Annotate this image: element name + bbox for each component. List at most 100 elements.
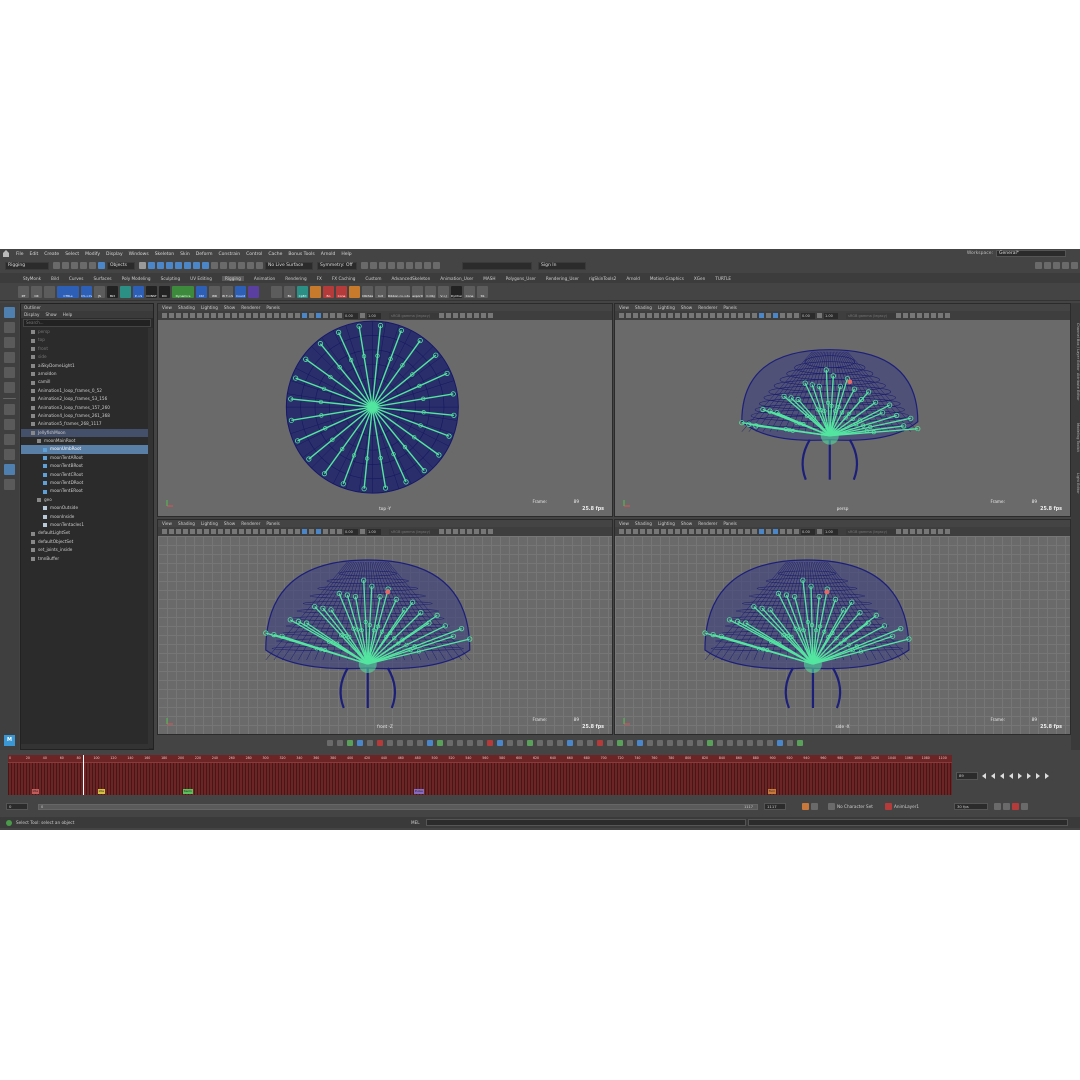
viewport-toolbar-icon[interactable] [197, 313, 202, 318]
outliner-item[interactable]: persp [21, 328, 153, 336]
outliner-item[interactable]: moonTentERoot [21, 487, 153, 495]
viewport-toolbar-icon[interactable] [696, 529, 701, 534]
shelf-button[interactable]: Ribbon cv->dup [388, 285, 410, 298]
exposure-field[interactable]: 0.00 [344, 528, 358, 535]
snap-view-icon[interactable] [238, 262, 245, 269]
viewport-menu-view[interactable]: View [619, 305, 629, 310]
viewport-canvas[interactable] [158, 320, 612, 516]
viewport-toolbar-icon[interactable] [738, 313, 743, 318]
viewport-toolbar-icon[interactable] [467, 529, 472, 534]
two-pane-layout-icon[interactable] [4, 434, 15, 445]
end-time-field[interactable]: 1117 [764, 803, 786, 810]
viewport-toolbar-icon[interactable] [945, 313, 950, 318]
fps-dropdown[interactable]: 30 fps [954, 803, 988, 810]
gamma-field[interactable]: 1.00 [824, 312, 838, 319]
shelf-button[interactable]: C.Obj [425, 285, 436, 298]
viewport-tool-icon[interactable] [447, 740, 453, 746]
viewport-tool-icon[interactable] [607, 740, 613, 746]
menu-skin[interactable]: Skin [180, 252, 190, 257]
viewport-toolbar-icon[interactable] [654, 313, 659, 318]
shelf-tab-advancedskeleton[interactable]: AdvancedSkeleton [391, 276, 430, 281]
viewport-canvas[interactable] [158, 536, 612, 734]
viewport-menu-shading[interactable]: Shading [635, 521, 652, 526]
viewport-tool-icon[interactable] [727, 740, 733, 746]
workspace-selector[interactable]: Workspace: General* [967, 250, 1066, 257]
gamma-icon[interactable] [817, 313, 822, 318]
shelf-tab-mash[interactable]: MASH [483, 276, 495, 281]
viewport-menu-lighting[interactable]: Lighting [658, 305, 675, 310]
tool-settings-icon[interactable] [1062, 262, 1069, 269]
right-tab-3[interactable]: Light Editor [1072, 473, 1080, 494]
viewport-toolbar-icon[interactable] [176, 313, 181, 318]
viewport-toolbar-icon[interactable] [211, 529, 216, 534]
go-to-end-icon[interactable] [1045, 773, 1049, 779]
menu-skeleton[interactable]: Skeleton [155, 252, 174, 257]
viewport-toolbar-icon[interactable] [460, 313, 465, 318]
shelf-tab-rendering[interactable]: Rendering [285, 276, 306, 281]
viewport-toolbar-icon[interactable] [162, 529, 167, 534]
shelf-tab-stymonk[interactable]: StyMonk [23, 276, 41, 281]
shelf-tab-animation[interactable]: Animation [254, 276, 275, 281]
symmetry-dropdown[interactable]: Symmetry: Off [317, 261, 357, 270]
shelf-button[interactable]: CpEd [297, 285, 308, 298]
color-space-dropdown[interactable]: sRGB gamma (legacy) [846, 312, 896, 319]
viewport-tool-icon[interactable] [597, 740, 603, 746]
outliner-item[interactable]: Animation3_loop_frames_157_260 [21, 404, 153, 412]
viewport-side[interactable]: View Shading Lighting Show Renderer Panels 0.0… [614, 519, 1071, 735]
shelf-button[interactable] [349, 285, 360, 298]
viewport-toolbar-icon[interactable] [260, 529, 265, 534]
viewport-tool-icon[interactable] [477, 740, 483, 746]
shelf-button[interactable]: Count [235, 285, 246, 298]
viewport-toolbar-icon[interactable] [766, 529, 771, 534]
live-surface-dropdown[interactable]: No Live Surface [265, 261, 313, 270]
anim-clip-marker[interactable]: Turn [767, 789, 777, 794]
viewport-toolbar-icon[interactable] [724, 313, 729, 318]
step-back-frame-icon[interactable] [1000, 773, 1004, 779]
shelf-button[interactable] [248, 285, 259, 298]
viewport-tool-icon[interactable] [657, 740, 663, 746]
viewport-tool-icon[interactable] [387, 740, 393, 746]
viewport-toolbar-icon[interactable] [917, 313, 922, 318]
mel-command-input[interactable] [425, 819, 746, 826]
viewport-toolbar-icon[interactable] [162, 313, 167, 318]
viewport-toolbar-icon[interactable] [176, 529, 181, 534]
viewport-tool-icon[interactable] [397, 740, 403, 746]
viewport-toolbar-icon[interactable] [453, 529, 458, 534]
mel-label[interactable]: MEL [411, 820, 420, 825]
viewport-toolbar-icon[interactable] [218, 313, 223, 318]
four-pane-layout-icon[interactable] [4, 419, 15, 430]
viewport-toolbar-icon[interactable] [619, 529, 624, 534]
viewport-toolbar-icon[interactable] [752, 313, 757, 318]
viewport-toolbar-icon[interactable] [910, 529, 915, 534]
sound-icon[interactable] [1003, 803, 1010, 810]
shelf-button[interactable]: CTRLs [57, 285, 79, 298]
outliner-menu-help[interactable]: Help [63, 312, 73, 317]
viewport-toolbar-icon[interactable] [239, 529, 244, 534]
shelf-button[interactable] [44, 285, 55, 298]
viewport-tool-icon[interactable] [457, 740, 463, 746]
outliner-item[interactable]: Animation2_loop_frames_53_156 [21, 395, 153, 403]
render-frame-icon[interactable] [370, 262, 377, 269]
viewport-toolbar-icon[interactable] [661, 313, 666, 318]
viewport-canvas[interactable] [615, 536, 1070, 734]
viewport-toolbar-icon[interactable] [330, 313, 335, 318]
viewport-toolbar-icon[interactable] [302, 529, 307, 534]
outliner-menu-display[interactable]: Display [24, 312, 39, 317]
menu-display[interactable]: Display [106, 252, 123, 257]
viewport-toolbar-icon[interactable] [439, 529, 444, 534]
sign-in-dropdown[interactable]: Sign In [538, 261, 586, 270]
viewport-tool-icon[interactable] [577, 740, 583, 746]
viewport-toolbar-icon[interactable] [218, 529, 223, 534]
viewport-toolbar-icon[interactable] [731, 313, 736, 318]
shelf-button[interactable]: Bo [323, 285, 334, 298]
viewport-tool-icon[interactable] [367, 740, 373, 746]
viewport-tool-icon[interactable] [467, 740, 473, 746]
viewport-tool-icon[interactable] [337, 740, 343, 746]
viewport-persp[interactable]: View Shading Lighting Show Renderer Panels 0.0… [614, 303, 1071, 517]
viewport-toolbar-icon[interactable] [787, 529, 792, 534]
viewport-toolbar-icon[interactable] [668, 313, 673, 318]
viewport-menu-panels[interactable]: Panels [723, 521, 736, 526]
viewport-menu-renderer[interactable]: Renderer [241, 305, 260, 310]
shelf-button[interactable]: SS [477, 285, 488, 298]
exposure-field[interactable]: 0.00 [801, 528, 815, 535]
